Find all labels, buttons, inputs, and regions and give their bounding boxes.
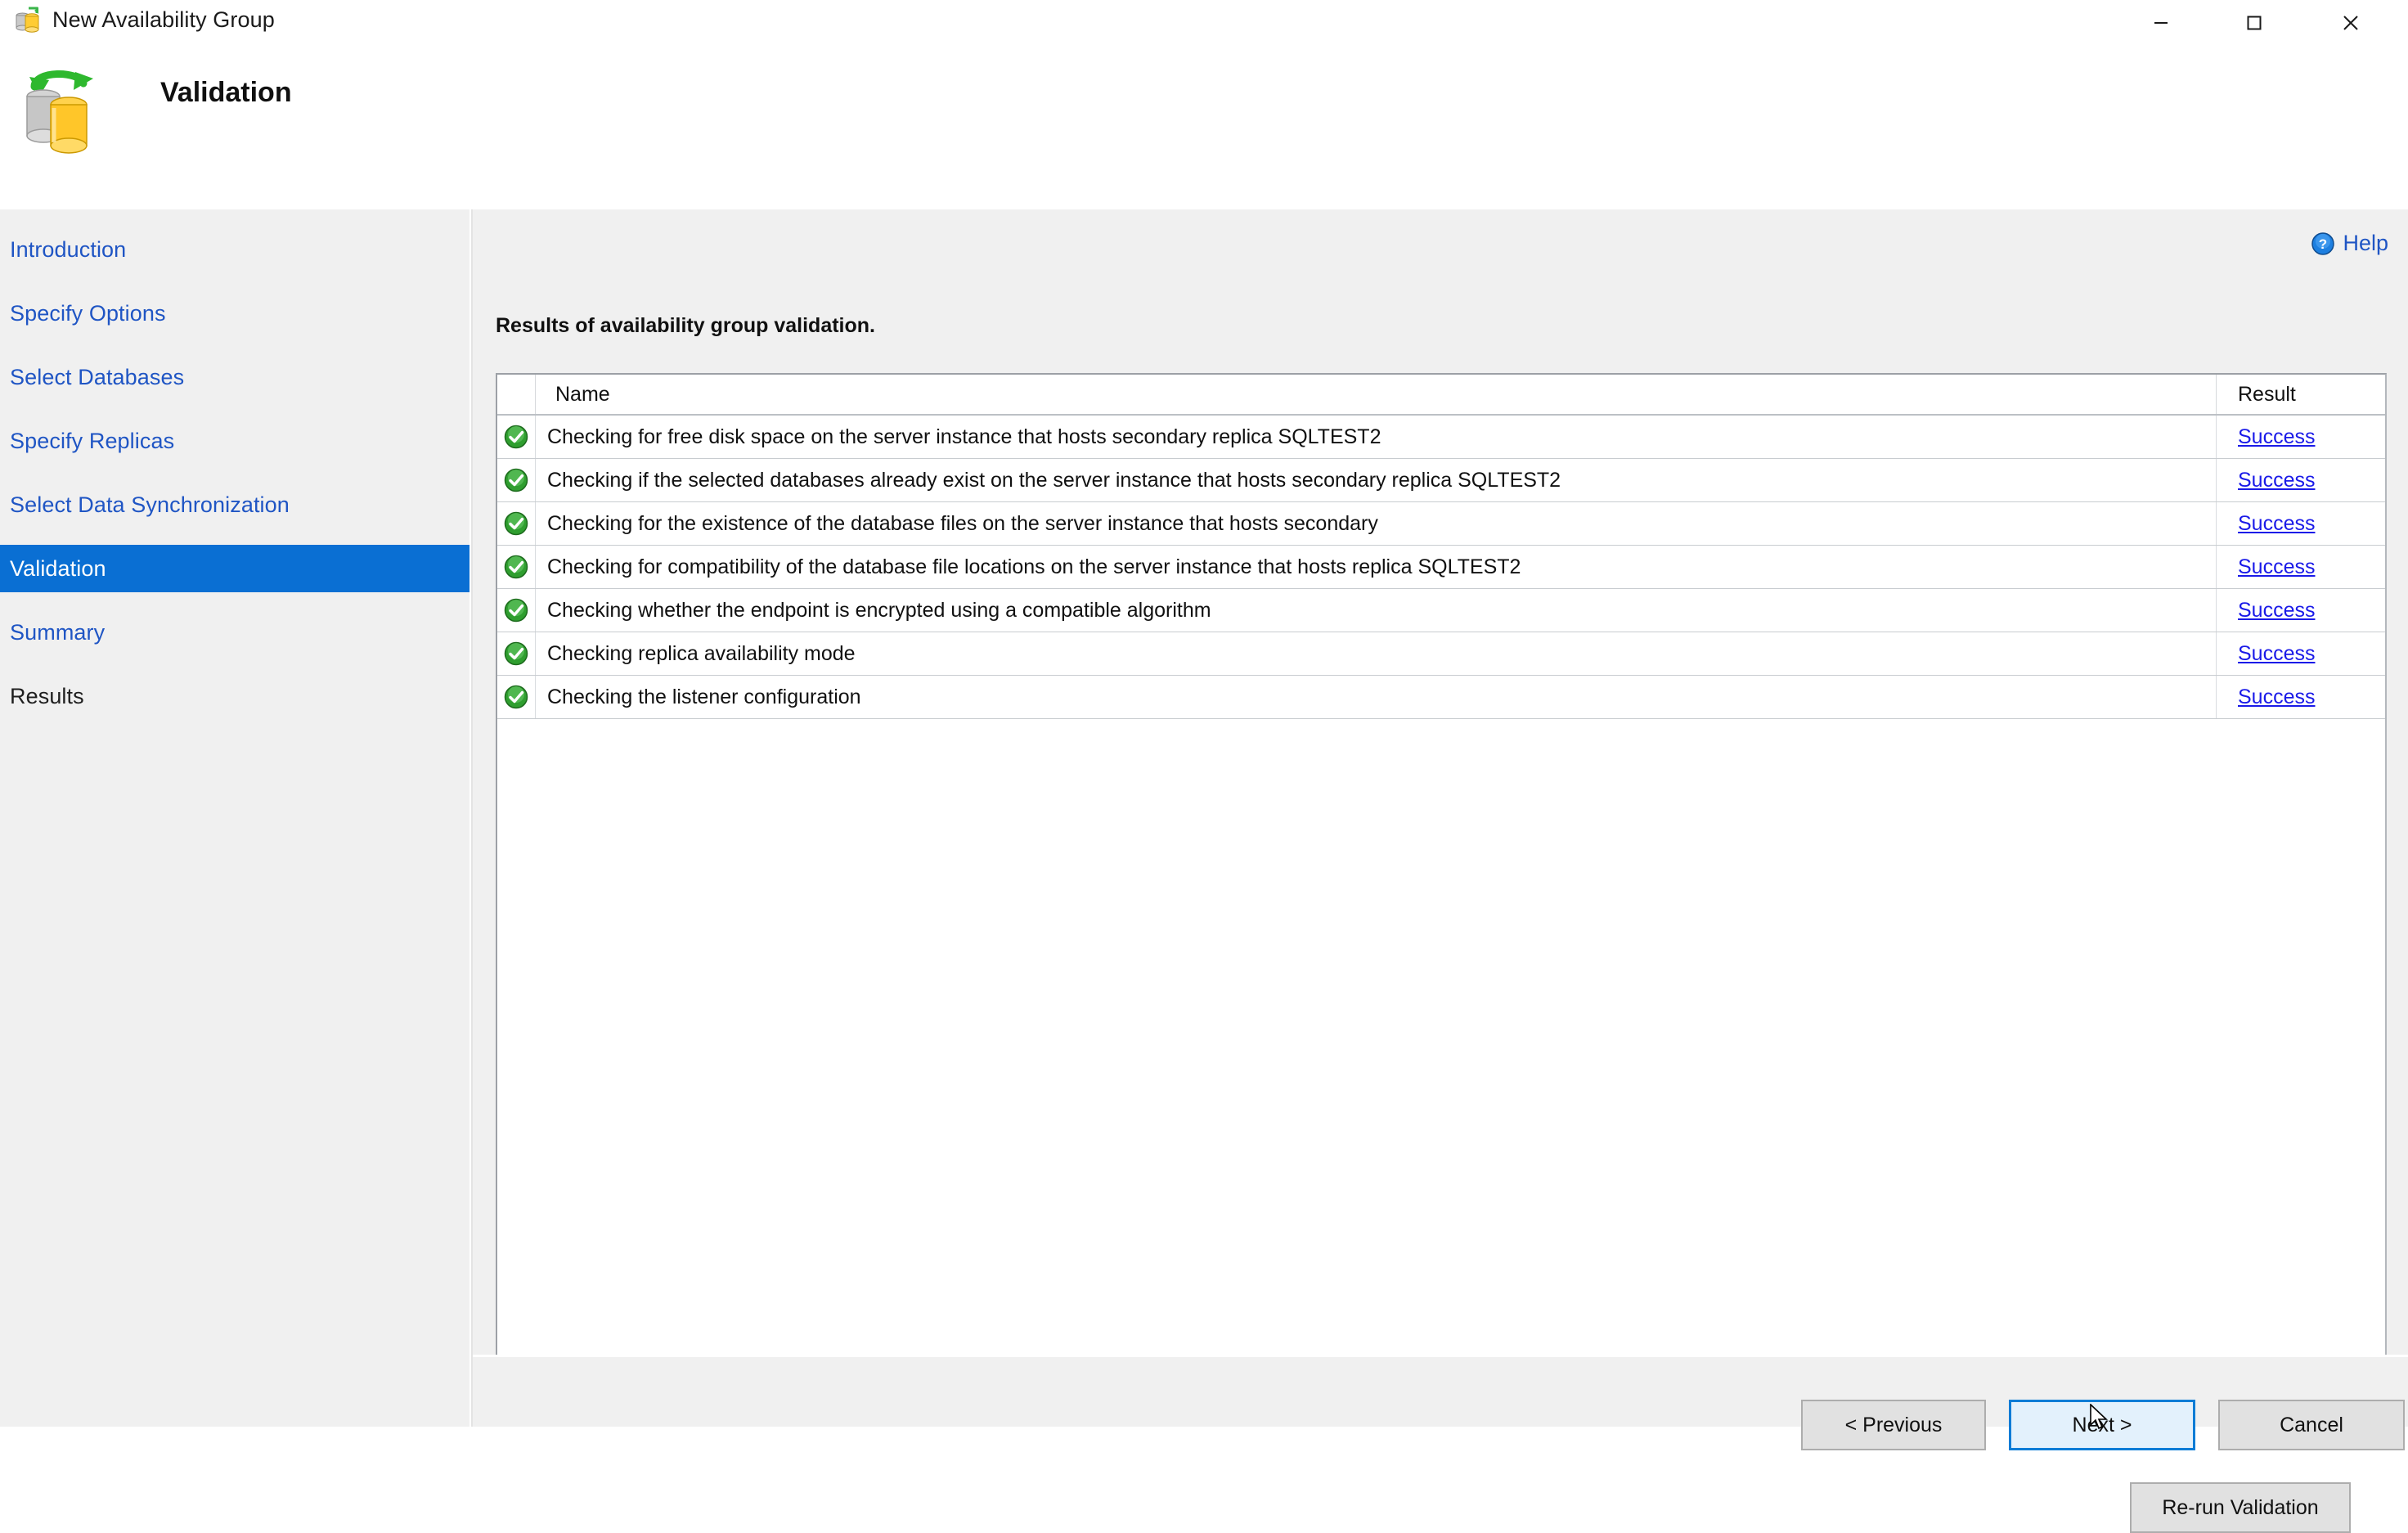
- close-icon[interactable]: [2315, 0, 2387, 46]
- row-status-cell: [497, 675, 536, 719]
- column-header-result[interactable]: Result: [2216, 375, 2385, 416]
- sidebar-item-introduction[interactable]: Introduction: [0, 226, 469, 273]
- success-check-icon: [504, 641, 528, 666]
- title-bar: New Availability Group: [0, 0, 2408, 46]
- row-result-cell: Success: [2216, 675, 2385, 719]
- window-title: New Availability Group: [52, 7, 275, 32]
- row-status-cell: [497, 588, 536, 632]
- column-header-status[interactable]: [497, 375, 536, 416]
- result-link[interactable]: Success: [2238, 599, 2315, 622]
- section-title: Results of availability group validation…: [496, 314, 875, 337]
- sidebar-item-label: Results: [10, 683, 84, 708]
- page-banner: Validation: [0, 46, 2408, 209]
- row-result-cell: Success: [2216, 545, 2385, 589]
- row-result-cell: Success: [2216, 588, 2385, 632]
- row-name-cell: Checking for the existence of the databa…: [535, 501, 2217, 546]
- minimize-icon[interactable]: [2125, 0, 2197, 46]
- table-row[interactable]: Checking whether the endpoint is encrypt…: [497, 588, 2385, 632]
- row-name-cell: Checking whether the endpoint is encrypt…: [535, 588, 2217, 632]
- sidebar-item-validation[interactable]: Validation: [0, 545, 469, 592]
- sidebar-item-specify-options[interactable]: Specify Options: [0, 290, 469, 337]
- sidebar-item-select-databases[interactable]: Select Databases: [0, 353, 469, 401]
- result-link[interactable]: Success: [2238, 425, 2315, 448]
- cancel-button[interactable]: Cancel: [2218, 1400, 2405, 1450]
- sidebar-item-label: Introduction: [10, 236, 127, 262]
- row-result-cell: Success: [2216, 632, 2385, 676]
- result-link[interactable]: Success: [2238, 555, 2315, 578]
- table-body: Checking for free disk space on the serv…: [497, 415, 2385, 719]
- table-row[interactable]: Checking for compatibility of the databa…: [497, 545, 2385, 589]
- sidebar-item-results[interactable]: Results: [0, 672, 469, 720]
- row-status-cell: [497, 415, 536, 459]
- row-name-cell: Checking the listener configuration: [535, 675, 2217, 719]
- sidebar-item-select-data-synchronization[interactable]: Select Data Synchronization: [0, 481, 469, 528]
- help-link[interactable]: ? Help: [2311, 231, 2388, 256]
- row-result-cell: Success: [2216, 415, 2385, 459]
- svg-text:?: ?: [2319, 236, 2327, 252]
- result-link[interactable]: Success: [2238, 642, 2315, 665]
- row-status-cell: [497, 458, 536, 502]
- row-status-cell: [497, 632, 536, 676]
- result-link[interactable]: Success: [2238, 512, 2315, 535]
- validation-results-table: Name Result Checking for free disk space…: [497, 375, 2385, 719]
- sidebar-item-label: Select Databases: [10, 364, 185, 389]
- table-row[interactable]: Checking if the selected databases alrea…: [497, 458, 2385, 502]
- sidebar-item-label: Specify Replicas: [10, 428, 175, 453]
- success-check-icon: [504, 468, 528, 492]
- sidebar-item-summary[interactable]: Summary: [0, 609, 469, 656]
- availability-group-icon: [11, 5, 44, 38]
- column-header-name[interactable]: Name: [535, 375, 2217, 416]
- success-check-icon: [504, 511, 528, 536]
- row-name-cell: Checking for compatibility of the databa…: [535, 545, 2217, 589]
- sidebar-item-label: Specify Options: [10, 300, 166, 326]
- help-icon: ?: [2311, 232, 2335, 255]
- table-row[interactable]: Checking the listener configuration Succe…: [497, 675, 2385, 719]
- row-name-cell: Checking for free disk space on the serv…: [535, 415, 2217, 459]
- table-row[interactable]: Checking for the existence of the databa…: [497, 501, 2385, 546]
- page-title: Validation: [160, 77, 292, 108]
- result-link[interactable]: Success: [2238, 469, 2315, 492]
- table-row[interactable]: Checking for free disk space on the serv…: [497, 415, 2385, 459]
- row-name-cell: Checking replica availability mode: [535, 632, 2217, 676]
- previous-button[interactable]: < Previous: [1801, 1400, 1986, 1450]
- validation-results-grid: Name Result Checking for free disk space…: [496, 373, 2387, 1397]
- success-check-icon: [504, 685, 528, 709]
- row-name-cell: Checking if the selected databases alrea…: [535, 458, 2217, 502]
- sidebar-item-label: Select Data Synchronization: [10, 492, 290, 517]
- help-label: Help: [2343, 231, 2388, 255]
- row-status-cell: [497, 501, 536, 546]
- table-header-row: Name Result: [497, 375, 2385, 416]
- table-row[interactable]: Checking replica availability mode Succes…: [497, 632, 2385, 676]
- success-check-icon: [504, 555, 528, 579]
- database-replication-icon: [15, 57, 103, 154]
- content-pane: ? Help Results of availability group val…: [473, 209, 2408, 1533]
- wizard-sidebar: Introduction Specify Options Select Data…: [0, 209, 469, 1427]
- success-check-icon: [504, 598, 528, 623]
- maximize-icon[interactable]: [2218, 0, 2290, 46]
- row-status-cell: [497, 545, 536, 589]
- re-run-validation-button[interactable]: Re-run Validation: [2130, 1482, 2351, 1533]
- sidebar-item-label: Summary: [10, 619, 106, 645]
- result-link[interactable]: Success: [2238, 686, 2315, 708]
- success-check-icon: [504, 425, 528, 449]
- row-result-cell: Success: [2216, 458, 2385, 502]
- new-availability-group-wizard: New Availability Group Validation Introd…: [0, 0, 2408, 1533]
- row-result-cell: Success: [2216, 501, 2385, 546]
- sidebar-item-label: Validation: [10, 555, 106, 581]
- table-header: Name Result: [497, 375, 2385, 416]
- sidebar-item-specify-replicas[interactable]: Specify Replicas: [0, 417, 469, 465]
- next-button[interactable]: Next >: [2009, 1400, 2195, 1450]
